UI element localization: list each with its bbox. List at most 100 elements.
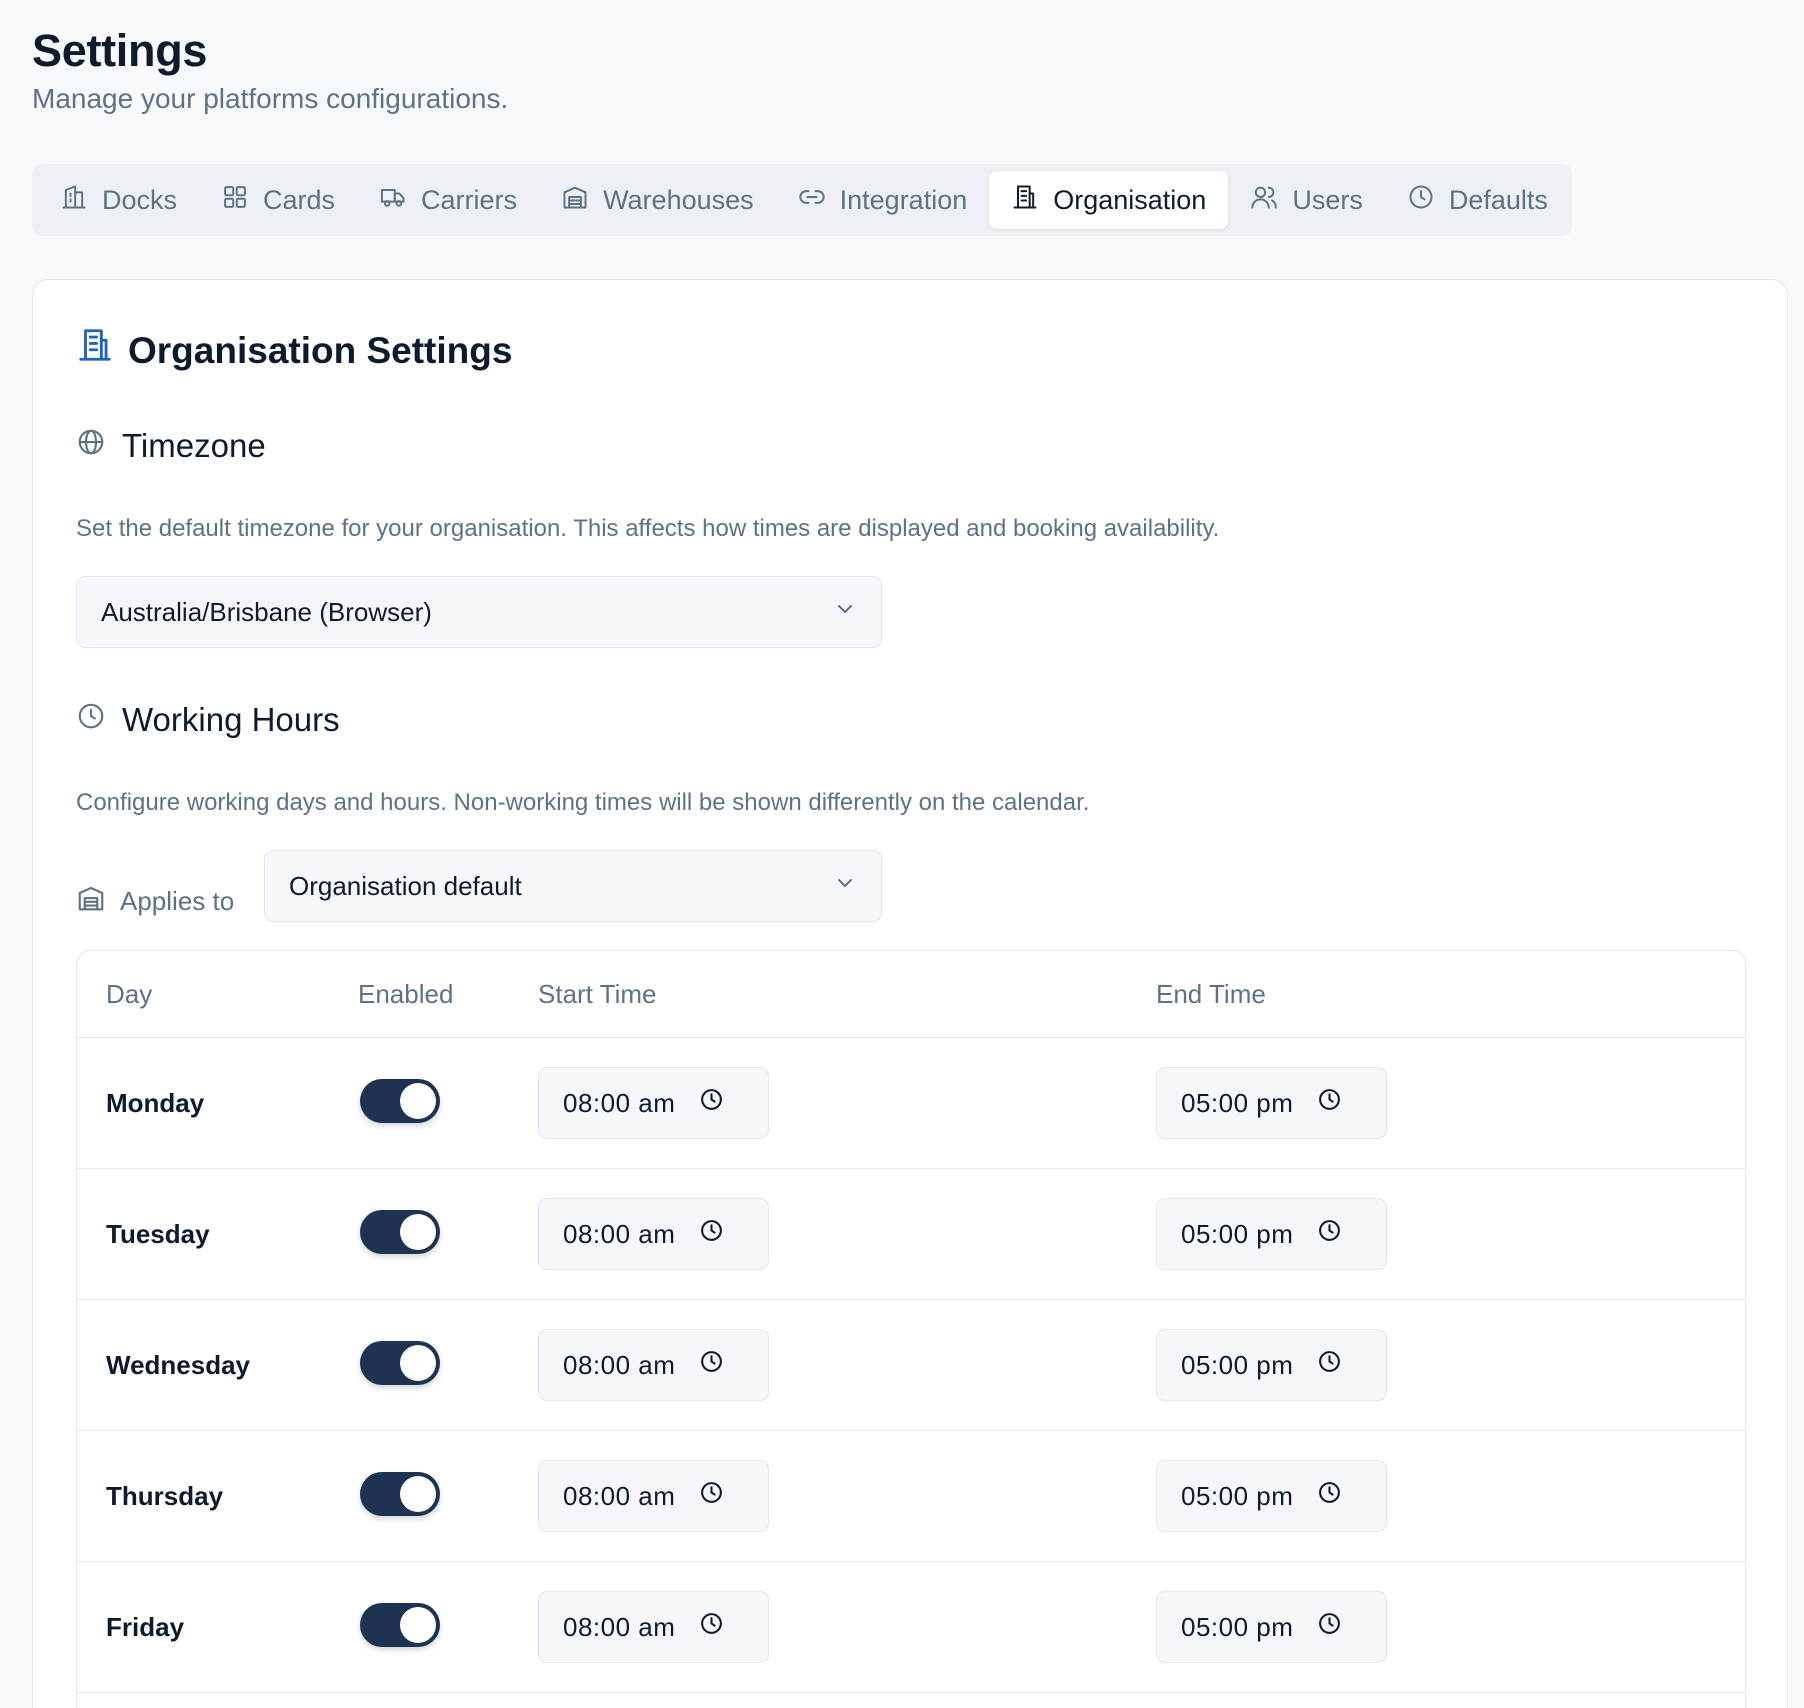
column-header-day: Day — [106, 979, 153, 1009]
enabled-toggle[interactable] — [360, 1210, 440, 1254]
working-hours-heading: Working Hours — [76, 698, 340, 742]
toggle-knob — [400, 1345, 436, 1381]
enabled-toggle[interactable] — [360, 1472, 440, 1516]
end-time-value: 05:00 pm — [1181, 1480, 1294, 1511]
chevron-down-icon — [833, 871, 857, 902]
tab-label: Carriers — [421, 184, 518, 215]
clock-icon — [699, 1480, 724, 1512]
end-time-input[interactable]: 05:00 pm — [1156, 1198, 1387, 1270]
tab-users[interactable]: Users — [1228, 171, 1385, 229]
tab-defaults[interactable]: Defaults — [1385, 171, 1570, 229]
end-time-input[interactable]: 05:00 pm — [1156, 1460, 1387, 1532]
start-time-value: 08:00 am — [563, 1611, 676, 1642]
warehouse-icon — [561, 183, 589, 218]
timezone-select[interactable]: Australia/Brisbane (Browser) — [76, 576, 882, 648]
clock-icon — [76, 698, 106, 742]
tab-organisation[interactable]: Organisation — [989, 171, 1229, 229]
clock-icon — [1317, 1349, 1342, 1381]
end-time-value: 05:00 pm — [1181, 1611, 1294, 1642]
end-time-input[interactable]: 05:00 pm — [1156, 1329, 1387, 1401]
tab-label: Cards — [263, 184, 336, 215]
globe-icon — [76, 424, 106, 468]
start-time-input[interactable]: 08:00 am — [538, 1067, 769, 1139]
start-time-value: 08:00 am — [563, 1087, 676, 1118]
tab-label: Warehouses — [603, 184, 754, 215]
end-time-input[interactable]: 05:00 pm — [1156, 1067, 1387, 1139]
tab-label: Integration — [839, 184, 968, 215]
working-hours-heading-text: Working Hours — [122, 701, 340, 738]
toggle-knob — [400, 1083, 436, 1119]
day-label: Tuesday — [106, 1219, 210, 1249]
toggle-knob — [400, 1214, 436, 1250]
tab-label: Organisation — [1053, 184, 1207, 215]
settings-tabs: Docks Cards Carriers Warehouses Integrat… — [32, 164, 1572, 236]
clock-icon — [1317, 1611, 1342, 1643]
building-icon — [1011, 183, 1039, 218]
table-header: Day Enabled Start Time End Time — [77, 951, 1745, 1038]
start-time-input[interactable]: 08:00 am — [538, 1591, 769, 1663]
tab-cards[interactable]: Cards — [199, 171, 357, 229]
table-row: Wednesday 08:00 am 05:00 pm — [77, 1300, 1745, 1431]
clock-icon — [699, 1349, 724, 1381]
day-label: Thursday — [106, 1481, 224, 1511]
clock-icon — [699, 1218, 724, 1250]
table-row: Thursday 08:00 am 05:00 pm — [77, 1431, 1745, 1562]
start-time-input[interactable]: 08:00 am — [538, 1460, 769, 1532]
building-icon — [76, 326, 114, 376]
applies-to-select-value: Organisation default — [289, 870, 522, 901]
enabled-toggle[interactable] — [360, 1079, 440, 1123]
column-header-end-time: End Time — [1156, 979, 1266, 1009]
start-time-input[interactable]: 08:00 am — [538, 1198, 769, 1270]
warehouse-icon — [76, 883, 106, 920]
grid-icon — [221, 183, 249, 218]
timezone-heading-text: Timezone — [122, 427, 266, 464]
timezone-heading: Timezone — [76, 424, 266, 468]
clock-icon — [1317, 1480, 1342, 1512]
applies-to-select[interactable]: Organisation default — [264, 850, 882, 922]
clock-icon — [1407, 183, 1435, 218]
enabled-toggle[interactable] — [360, 1603, 440, 1647]
start-time-value: 08:00 am — [563, 1218, 676, 1249]
clock-icon — [1317, 1218, 1342, 1250]
tab-label: Defaults — [1448, 184, 1548, 215]
organisation-settings-card: Organisation Settings Timezone Set the d… — [32, 279, 1788, 1708]
tab-label: Docks — [102, 184, 178, 215]
working-hours-table: Day Enabled Start Time End Time Monday 0… — [76, 950, 1746, 1708]
clock-icon — [699, 1611, 724, 1643]
card-title-text: Organisation Settings — [128, 330, 513, 371]
applies-to-text: Applies to — [120, 885, 235, 916]
page-subtitle: Manage your platforms configurations. — [32, 83, 509, 114]
timezone-description: Set the default timezone for your organi… — [76, 515, 1220, 542]
column-header-enabled: Enabled — [358, 979, 454, 1009]
tab-integration[interactable]: Integration — [776, 171, 990, 229]
toggle-knob — [400, 1607, 436, 1643]
enabled-toggle[interactable] — [360, 1341, 440, 1385]
end-time-value: 05:00 pm — [1181, 1218, 1294, 1249]
tab-docks[interactable]: Docks — [38, 171, 199, 229]
settings-page: Settings Manage your platforms configura… — [0, 0, 1804, 1708]
link-icon — [798, 183, 826, 218]
day-label: Friday — [106, 1612, 185, 1642]
table-row: Monday 08:00 am 05:00 pm — [77, 1038, 1745, 1169]
tab-label: Users — [1292, 184, 1363, 215]
users-icon — [1250, 183, 1278, 218]
table-row: Tuesday 08:00 am 05:00 pm — [77, 1169, 1745, 1300]
working-hours-description: Configure working days and hours. Non-wo… — [76, 789, 1090, 816]
table-row: Friday 08:00 am 05:00 pm — [77, 1562, 1745, 1693]
tab-warehouses[interactable]: Warehouses — [539, 171, 776, 229]
chevron-down-icon — [833, 597, 857, 628]
column-header-start-time: Start Time — [538, 979, 657, 1009]
tab-carriers[interactable]: Carriers — [357, 171, 539, 229]
day-label: Wednesday — [106, 1350, 251, 1380]
clock-icon — [699, 1087, 724, 1119]
toggle-knob — [400, 1476, 436, 1512]
truck-icon — [379, 183, 407, 218]
end-time-value: 05:00 pm — [1181, 1349, 1294, 1380]
end-time-value: 05:00 pm — [1181, 1087, 1294, 1118]
applies-to-label: Applies to — [76, 865, 234, 937]
page-title: Settings — [32, 25, 208, 76]
start-time-input[interactable]: 08:00 am — [538, 1329, 769, 1401]
clock-icon — [1317, 1087, 1342, 1119]
card-title: Organisation Settings — [76, 326, 512, 376]
end-time-input[interactable]: 05:00 pm — [1156, 1591, 1387, 1663]
